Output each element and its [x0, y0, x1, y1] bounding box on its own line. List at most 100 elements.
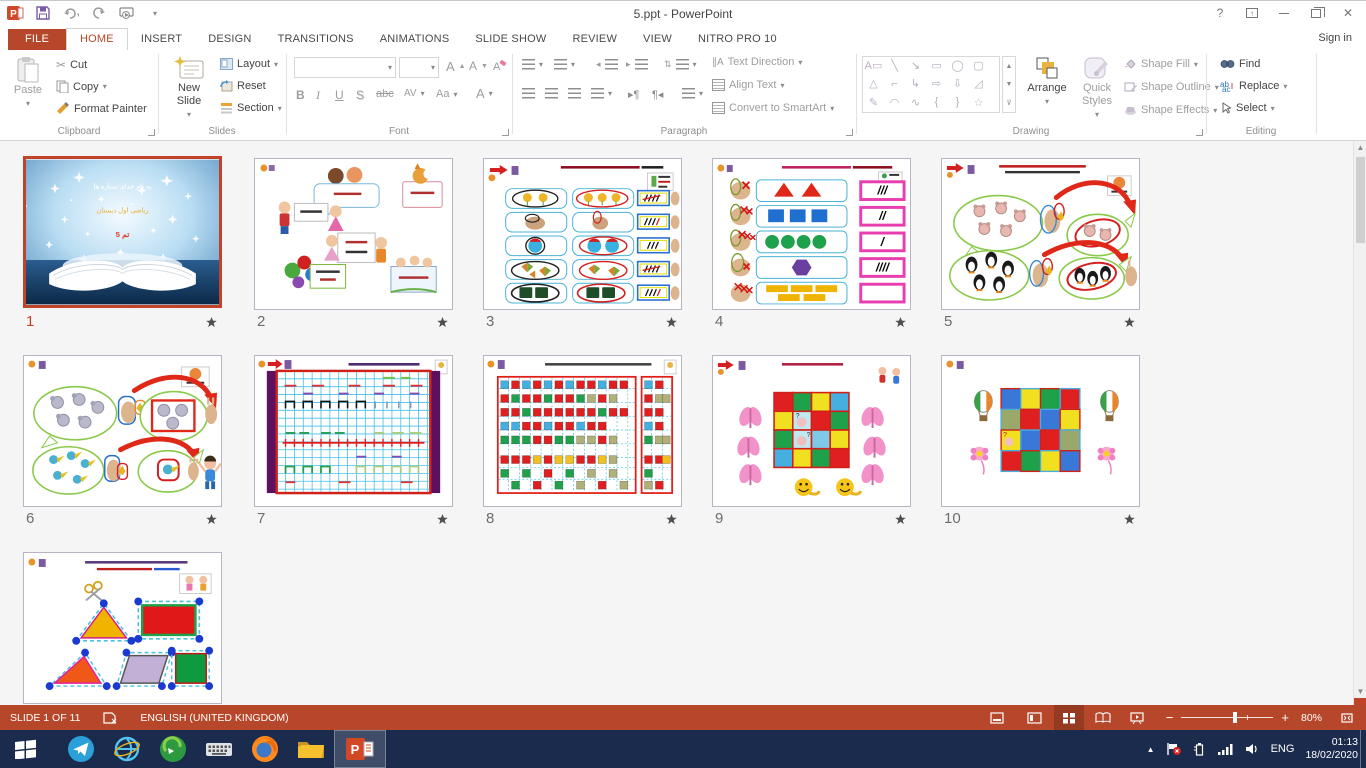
hidden-icons-chevron[interactable]: ▲	[1147, 745, 1155, 754]
increase-font-size-button[interactable]: A▲	[446, 59, 466, 74]
vertical-scrollbar[interactable]: ▲ ▼	[1353, 141, 1366, 705]
zoom-out-button[interactable]: −	[1166, 710, 1174, 725]
tab-insert[interactable]: INSERT	[128, 29, 195, 50]
slide-thumbnail-2[interactable]	[254, 158, 453, 310]
arc-shape-icon[interactable]: ◠	[884, 94, 905, 111]
ribbon-display-options-button[interactable]: ↑	[1238, 3, 1266, 23]
sign-in-link[interactable]: Sign in	[1318, 32, 1352, 44]
slide-thumbnail-4[interactable]: /// //	[712, 158, 911, 310]
slide-thumbnail-3[interactable]	[483, 158, 682, 310]
rectangle-shape-icon[interactable]: ▭	[926, 57, 947, 74]
line-shape-icon[interactable]: ╲	[884, 57, 905, 74]
slide-thumbnail-7[interactable]	[254, 355, 453, 507]
select-button[interactable]: Select▾	[1220, 102, 1275, 114]
battery-icon[interactable]	[1193, 742, 1206, 756]
replace-button[interactable]: abac Replace▾	[1220, 80, 1287, 92]
taskbar-app-telegram[interactable]	[58, 730, 104, 768]
taskbar-app-file-explorer[interactable]	[288, 730, 334, 768]
tab-home[interactable]: HOME	[66, 28, 128, 50]
fit-to-window-button[interactable]	[1332, 705, 1362, 730]
volume-icon[interactable]	[1245, 742, 1260, 756]
paragraph-dialog-launcher[interactable]	[846, 129, 853, 136]
zoom-in-button[interactable]: +	[1281, 710, 1289, 725]
right-to-left-button[interactable]: ¶◂	[652, 88, 663, 101]
layout-button[interactable]: Layout▾	[220, 58, 278, 70]
align-text-button[interactable]: Align Text▾	[712, 79, 785, 91]
shape-effects-button[interactable]: Shape Effects▾	[1124, 104, 1217, 116]
bullets-button[interactable]: ▾	[522, 59, 543, 70]
taskbar-app-keyboard[interactable]	[196, 730, 242, 768]
copy-button[interactable]: Copy▾	[56, 80, 107, 93]
slide-thumbnail-10[interactable]: ?	[941, 355, 1140, 507]
action-center-flag-icon[interactable]	[1166, 742, 1182, 756]
text-direction-button[interactable]: ∥AText Direction▾	[712, 56, 802, 68]
drawing-dialog-launcher[interactable]	[1196, 129, 1203, 136]
elbow-arrow-connector-icon[interactable]: ↳	[905, 75, 926, 92]
convert-to-smartart-button[interactable]: Convert to SmartArt▾	[712, 102, 834, 114]
elbow-connector-icon[interactable]: ⌐	[884, 75, 905, 92]
slide-thumbnail-6[interactable]	[23, 355, 222, 507]
align-left-button[interactable]	[522, 88, 535, 99]
reading-view-button[interactable]	[1088, 705, 1118, 730]
oval-shape-icon[interactable]: ◯	[947, 57, 968, 74]
down-arrow-shape-icon[interactable]: ⇩	[947, 75, 968, 92]
minimize-button[interactable]	[1270, 3, 1298, 23]
find-button[interactable]: Find	[1220, 58, 1260, 70]
zoom-slider-thumb[interactable]	[1233, 712, 1237, 723]
notes-button[interactable]	[982, 705, 1012, 730]
justify-button[interactable]: ▾	[591, 88, 612, 99]
shapes-gallery[interactable]: A▭ ╲ ↘ ▭ ◯ ▢ △ ⌐ ↳ ⇨ ⇩ ◿ ✎ ◠ ∿ { } ☆	[862, 56, 1000, 113]
quick-styles-button[interactable]: Quick Styles ▾	[1074, 56, 1120, 121]
slide-thumbnail-9[interactable]: ? ?	[712, 355, 911, 507]
columns-button[interactable]: ▾	[682, 88, 703, 99]
tab-design[interactable]: DESIGN	[195, 29, 264, 50]
right-arrow-shape-icon[interactable]: ⇨	[926, 75, 947, 92]
spell-check-icon[interactable]	[102, 711, 118, 724]
arrow-shape-icon[interactable]: ↘	[905, 57, 926, 74]
underline-button[interactable]: U	[335, 88, 344, 102]
format-painter-button[interactable]: Format Painter	[56, 102, 147, 115]
start-button[interactable]	[0, 730, 52, 768]
tab-view[interactable]: VIEW	[630, 29, 685, 50]
shapes-scroll-up-button[interactable]: ▲	[1006, 63, 1013, 70]
rounded-rectangle-shape-icon[interactable]: ▢	[968, 57, 989, 74]
paste-button[interactable]: Paste ▾	[6, 56, 50, 110]
scrollbar-thumb[interactable]	[1356, 157, 1365, 243]
shapes-more-button[interactable]: ⊽	[1006, 99, 1011, 107]
slide-thumbnail-1[interactable]: به نام خدای ستاره ها ریاضی اول دبستان تم…	[23, 156, 222, 308]
clipboard-dialog-launcher[interactable]	[148, 129, 155, 136]
taskbar-app-powerpoint[interactable]: P	[334, 730, 386, 768]
italic-button[interactable]: I	[316, 88, 320, 103]
triangle-shape-icon[interactable]: △	[863, 75, 884, 92]
tab-animations[interactable]: ANIMATIONS	[367, 29, 463, 50]
arrange-button[interactable]: Arrange ▾	[1022, 56, 1072, 108]
font-name-combobox[interactable]: ▾	[294, 57, 396, 78]
scroll-down-icon[interactable]: ▼	[1354, 687, 1366, 696]
close-button[interactable]: ✕	[1334, 3, 1362, 23]
font-size-combobox[interactable]: ▾	[399, 57, 439, 78]
show-desktop-button[interactable]	[1360, 730, 1366, 768]
cut-button[interactable]: ✂Cut	[56, 58, 87, 72]
line-spacing-button[interactable]: ⇅▾	[664, 59, 697, 70]
slide-thumbnail-8[interactable]	[483, 355, 682, 507]
tab-review[interactable]: REVIEW	[559, 29, 630, 50]
language-indicator[interactable]: ENGLISH (UNITED KINGDOM)	[140, 712, 288, 724]
right-brace-shape-icon[interactable]: }	[947, 94, 968, 111]
shape-fill-button[interactable]: Shape Fill▾	[1124, 58, 1198, 70]
shapes-scroll-down-button[interactable]: ▼	[1006, 81, 1013, 88]
align-right-button[interactable]	[568, 88, 581, 99]
strikethrough-button[interactable]: abc	[376, 88, 394, 100]
bold-button[interactable]: B	[296, 88, 305, 102]
help-button[interactable]: ?	[1206, 3, 1234, 23]
star-shape-icon[interactable]: ☆	[968, 94, 989, 111]
numbering-button[interactable]: ▾	[554, 59, 575, 70]
decrease-font-size-button[interactable]: A▼	[469, 59, 488, 73]
change-case-button[interactable]: Aa▾	[436, 88, 457, 100]
clear-formatting-button[interactable]: A	[492, 59, 507, 72]
curve-shape-icon[interactable]: ∿	[905, 94, 926, 111]
text-box-shape-icon[interactable]: A▭	[863, 57, 884, 74]
shape-outline-button[interactable]: Shape Outline▾	[1124, 81, 1219, 93]
normal-view-button[interactable]	[1020, 705, 1050, 730]
scroll-up-icon[interactable]: ▲	[1354, 143, 1366, 152]
scribble-shape-icon[interactable]: ✎	[863, 94, 884, 111]
